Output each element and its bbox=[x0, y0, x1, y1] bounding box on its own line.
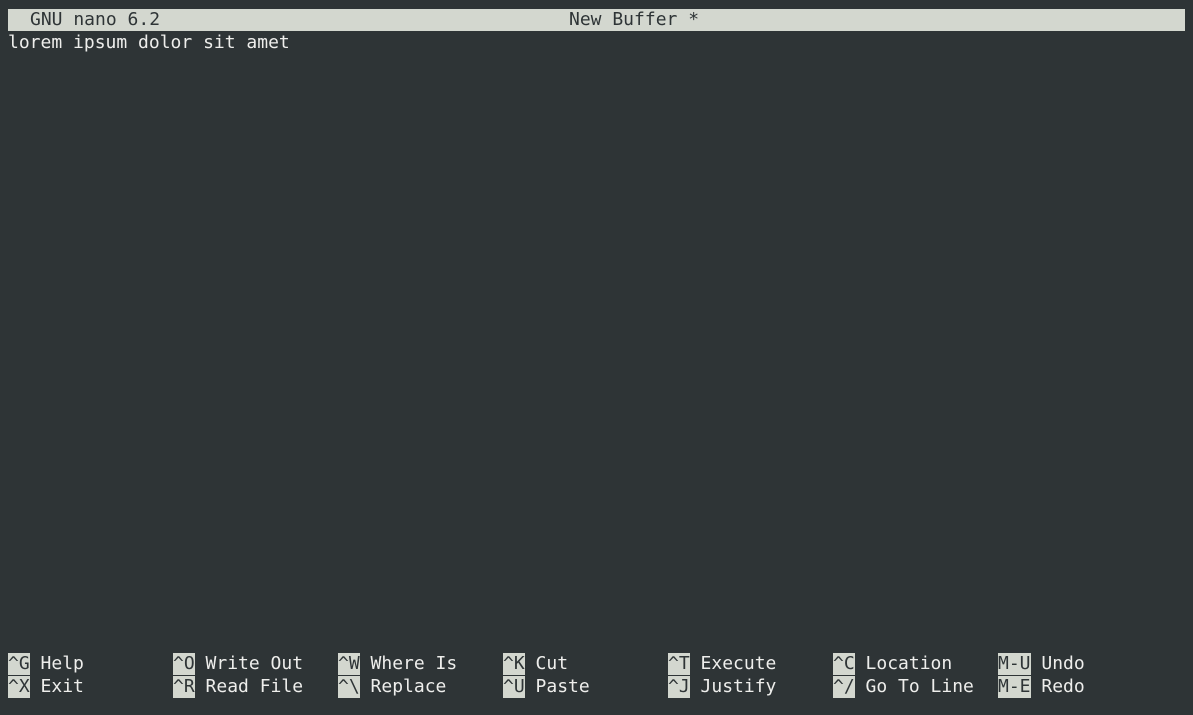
shortcut-write-out[interactable]: ^O Write Out bbox=[173, 653, 303, 675]
text-editor-area[interactable]: lorem ipsum dolor sit amet bbox=[8, 32, 1185, 648]
shortcut-redo[interactable]: M-E Redo bbox=[998, 676, 1085, 698]
shortcut-label: Where Is bbox=[359, 653, 458, 674]
shortcut-key: ^/ bbox=[833, 676, 855, 698]
shortcut-key: M-E bbox=[998, 676, 1031, 698]
shortcut-cut[interactable]: ^K Cut bbox=[503, 653, 568, 675]
shortcut-key: ^T bbox=[668, 653, 690, 675]
shortcut-key: ^W bbox=[338, 653, 360, 675]
app-version: GNU nano 6.2 bbox=[30, 9, 161, 30]
shortcut-label: Write Out bbox=[194, 653, 304, 674]
shortcut-exit[interactable]: ^X Exit bbox=[8, 676, 84, 698]
editor-line[interactable]: lorem ipsum dolor sit amet bbox=[8, 32, 1185, 54]
shortcut-label: Execute bbox=[689, 653, 777, 674]
shortcut-key: ^J bbox=[668, 676, 690, 698]
shortcut-label: Cut bbox=[524, 653, 569, 674]
shortcut-label: Location bbox=[854, 653, 953, 674]
shortcut-label: Go To Line bbox=[854, 676, 974, 697]
shortcut-where-is[interactable]: ^W Where Is bbox=[338, 653, 457, 675]
shortcut-label: Help bbox=[29, 653, 84, 674]
shortcut-label: Undo bbox=[1030, 653, 1085, 674]
shortcut-help[interactable]: ^G Help bbox=[8, 653, 84, 675]
shortcut-key: M-U bbox=[998, 653, 1031, 675]
title-bar: GNU nano 6.2 New Buffer * bbox=[8, 9, 1185, 31]
shortcut-label: Replace bbox=[359, 676, 447, 697]
shortcut-label: Justify bbox=[689, 676, 777, 697]
shortcut-key: ^\ bbox=[338, 676, 360, 698]
shortcut-key: ^X bbox=[8, 676, 30, 698]
shortcut-key: ^C bbox=[833, 653, 855, 675]
shortcut-read-file[interactable]: ^R Read File bbox=[173, 676, 303, 698]
shortcut-key: ^K bbox=[503, 653, 525, 675]
shortcut-location[interactable]: ^C Location bbox=[833, 653, 952, 675]
shortcut-label: Read File bbox=[194, 676, 304, 697]
shortcut-undo[interactable]: M-U Undo bbox=[998, 653, 1085, 675]
shortcut-replace[interactable]: ^\ Replace bbox=[338, 676, 446, 698]
shortcut-label: Paste bbox=[524, 676, 590, 697]
shortcut-bar: ^G Help ^O Write Out ^W Where Is ^K Cut … bbox=[8, 653, 1185, 699]
shortcut-key: ^U bbox=[503, 676, 525, 698]
shortcut-label: Exit bbox=[29, 676, 84, 697]
shortcut-key: ^G bbox=[8, 653, 30, 675]
buffer-title: New Buffer * bbox=[569, 9, 700, 30]
shortcut-go-to-line[interactable]: ^/ Go To Line bbox=[833, 676, 974, 698]
shortcut-execute[interactable]: ^T Execute bbox=[668, 653, 776, 675]
shortcut-justify[interactable]: ^J Justify bbox=[668, 676, 776, 698]
shortcut-key: ^R bbox=[173, 676, 195, 698]
shortcut-label: Redo bbox=[1030, 676, 1085, 697]
shortcut-key: ^O bbox=[173, 653, 195, 675]
shortcut-paste[interactable]: ^U Paste bbox=[503, 676, 590, 698]
